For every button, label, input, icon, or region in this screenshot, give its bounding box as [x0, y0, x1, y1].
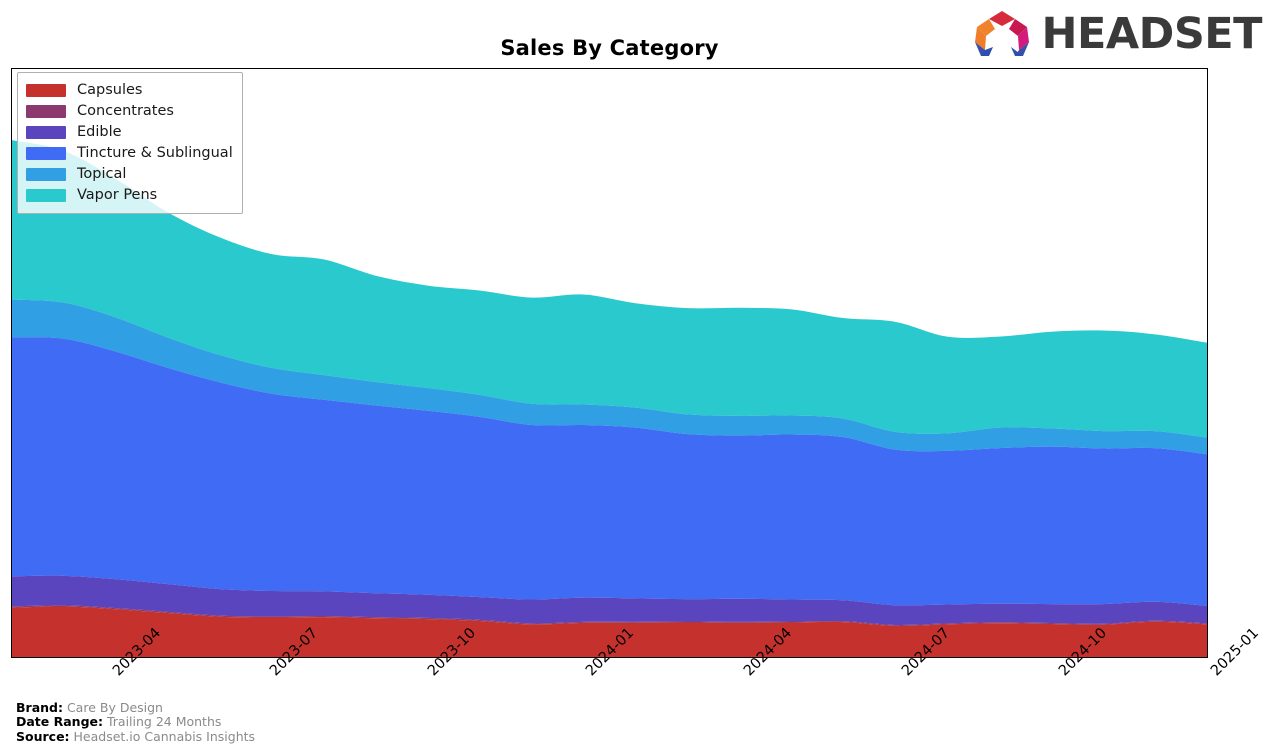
legend-item[interactable]: Edible — [26, 122, 233, 143]
chart-footer: Brand: Care By Design Date Range: Trailin… — [16, 699, 256, 745]
legend-item[interactable]: Tincture & Sublingual — [26, 143, 233, 164]
legend-swatch-icon — [26, 168, 66, 181]
legend-item-label: Topical — [77, 166, 127, 183]
footer-key: Source: — [16, 728, 70, 744]
legend-item-label: Edible — [77, 124, 122, 141]
footer-key: Brand: — [16, 699, 63, 715]
area-layers — [12, 140, 1207, 657]
legend-item[interactable]: Capsules — [26, 80, 233, 101]
footer-value: Care By Design — [62, 699, 163, 715]
footer-row: Date Range: Trailing 24 Months — [16, 714, 255, 730]
footer-key: Date Range: — [16, 714, 103, 729]
chart-legend[interactable]: Capsules Concentrates Edible Tincture & Sub… — [17, 72, 243, 214]
legend-item-label: Vapor Pens — [77, 187, 158, 204]
legend-item-label: Capsules — [77, 82, 143, 99]
legend-item[interactable]: Vapor Pens — [26, 185, 233, 206]
legend-item[interactable]: Concentrates — [26, 101, 233, 122]
legend-swatch-icon — [26, 105, 66, 118]
legend-swatch-icon — [26, 84, 66, 97]
legend-item[interactable]: Topical — [26, 164, 233, 185]
legend-swatch-icon — [26, 189, 66, 202]
footer-row: Source: Headset.io Cannabis Insights — [16, 728, 256, 745]
logo-wordmark: HEADSET — [1041, 8, 1262, 59]
footer-value: Headset.io Cannabis Insights — [69, 728, 256, 744]
chart-page: Sales By Category HEADSET Capsules Concen… — [0, 0, 1276, 748]
legend-swatch-icon — [26, 126, 66, 139]
footer-value: Trailing 24 Months — [103, 714, 222, 729]
legend-swatch-icon — [26, 147, 66, 160]
headset-arch-logo-icon — [975, 11, 1030, 56]
footer-row: Brand: Care By Design — [16, 699, 255, 716]
headset-logo: HEADSET — [971, 8, 1262, 60]
legend-item-label: Concentrates — [77, 103, 174, 120]
x-axis-tick-label: 2025-01 — [1208, 625, 1263, 680]
legend-item-label: Tincture & Sublingual — [77, 145, 233, 162]
